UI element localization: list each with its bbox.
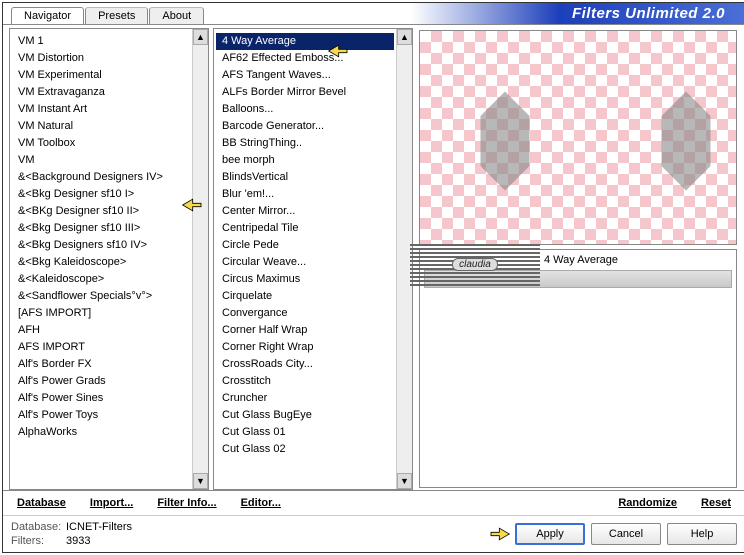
preview-image (419, 30, 737, 245)
database-button[interactable]: Database (9, 495, 74, 511)
category-item[interactable]: Alf's Border FX (12, 356, 190, 373)
filter-item[interactable]: Cirquelate (216, 288, 394, 305)
filter-item[interactable]: Corner Half Wrap (216, 322, 394, 339)
status-info: Database:ICNET-Filters Filters:3933 (11, 520, 132, 548)
filter-item[interactable]: 4 Way Average (216, 33, 394, 50)
category-item[interactable]: [AFS IMPORT] (12, 305, 190, 322)
help-button[interactable]: Help (667, 523, 737, 545)
import-button[interactable]: Import... (82, 495, 141, 511)
category-item[interactable]: VM Instant Art (12, 101, 190, 118)
scroll-up-icon[interactable]: ▲ (193, 29, 208, 45)
filter-item[interactable]: Blur 'em!... (216, 186, 394, 203)
filter-item[interactable]: Barcode Generator... (216, 118, 394, 135)
category-item[interactable]: &<BKg Designer sf10 II> (12, 203, 190, 220)
filter-item[interactable]: AFS Tangent Waves... (216, 67, 394, 84)
category-item[interactable]: &<Kaleidoscope> (12, 271, 190, 288)
category-item[interactable]: Alf's Power Grads (12, 373, 190, 390)
filter-item[interactable]: Cruncher (216, 390, 394, 407)
category-item[interactable]: VM Natural (12, 118, 190, 135)
filters-unlimited-window: Filters Unlimited 2.0 Navigator Presets … (2, 2, 744, 553)
category-item[interactable]: &<Background Designers IV> (12, 169, 190, 186)
preview-panel: claudia 4 Way Average (417, 28, 739, 490)
tab-strip: Navigator Presets About (3, 7, 744, 24)
filter-item[interactable]: Cut Glass BugEye (216, 407, 394, 424)
category-item[interactable]: AFS IMPORT (12, 339, 190, 356)
filter-item[interactable]: AF62 Effected Emboss... (216, 50, 394, 67)
filter-item[interactable]: Circus Maximus (216, 271, 394, 288)
filter-item[interactable]: Center Mirror... (216, 203, 394, 220)
category-item[interactable]: AlphaWorks (12, 424, 190, 441)
filter-item[interactable]: ALFs Border Mirror Bevel (216, 84, 394, 101)
filter-item[interactable]: CrossRoads City... (216, 356, 394, 373)
category-item[interactable]: &<Sandflower Specials°v°> (12, 288, 190, 305)
selected-filter-label: 4 Way Average (544, 254, 732, 266)
filter-scrollbar[interactable]: ▲ ▼ (396, 29, 412, 489)
toolbar: Database Import... Filter Info... Editor… (3, 490, 744, 515)
filter-list[interactable]: 4 Way AverageAF62 Effected Emboss...AFS … (213, 28, 413, 490)
scroll-up-icon[interactable]: ▲ (397, 29, 412, 45)
filter-item[interactable]: Circular Weave... (216, 254, 394, 271)
category-item[interactable]: VM Experimental (12, 67, 190, 84)
reset-button[interactable]: Reset (693, 495, 739, 511)
filter-item[interactable]: bee morph (216, 152, 394, 169)
database-value: ICNET-Filters (66, 521, 132, 533)
filter-item[interactable]: Crosstitch (216, 373, 394, 390)
category-item[interactable]: VM Extravaganza (12, 84, 190, 101)
apply-button[interactable]: Apply (515, 523, 585, 545)
category-item[interactable]: VM Toolbox (12, 135, 190, 152)
parameter-panel: claudia 4 Way Average (419, 249, 737, 488)
scroll-down-icon[interactable]: ▼ (193, 473, 208, 489)
tab-presets[interactable]: Presets (85, 7, 148, 24)
filter-item[interactable]: Balloons... (216, 101, 394, 118)
category-item[interactable]: &<Bkg Kaleidoscope> (12, 254, 190, 271)
status-bar: Database:ICNET-Filters Filters:3933 Appl… (3, 515, 744, 552)
category-item[interactable]: &<Bkg Designers sf10 IV> (12, 237, 190, 254)
filter-item[interactable]: Corner Right Wrap (216, 339, 394, 356)
filter-item[interactable]: BB StringThing.. (216, 135, 394, 152)
filter-count-value: 3933 (66, 535, 90, 547)
filter-item[interactable]: Cut Glass 01 (216, 424, 394, 441)
filter-item[interactable]: Circle Pede (216, 237, 394, 254)
category-item[interactable]: Alf's Power Sines (12, 390, 190, 407)
randomize-button[interactable]: Randomize (610, 495, 685, 511)
filter-item[interactable]: BlindsVertical (216, 169, 394, 186)
category-item[interactable]: VM (12, 152, 190, 169)
editor-button[interactable]: Editor... (233, 495, 289, 511)
parameter-slider[interactable] (424, 270, 732, 288)
filter-item[interactable]: Cut Glass 02 (216, 441, 394, 458)
category-item[interactable]: &<Bkg Designer sf10 I> (12, 186, 190, 203)
category-item[interactable]: Alf's Power Toys (12, 407, 190, 424)
category-item[interactable]: AFH (12, 322, 190, 339)
pointer-hand-icon (487, 524, 515, 544)
category-item[interactable]: VM 1 (12, 33, 190, 50)
main-panel: VM 1VM DistortionVM ExperimentalVM Extra… (3, 24, 744, 490)
scroll-down-icon[interactable]: ▼ (397, 473, 412, 489)
filter-item[interactable]: Centripedal Tile (216, 220, 394, 237)
category-list[interactable]: VM 1VM DistortionVM ExperimentalVM Extra… (9, 28, 209, 490)
category-scrollbar[interactable]: ▲ ▼ (192, 29, 208, 489)
tab-navigator[interactable]: Navigator (11, 7, 84, 24)
category-item[interactable]: VM Distortion (12, 50, 190, 67)
cancel-button[interactable]: Cancel (591, 523, 661, 545)
filter-item[interactable]: Convergance (216, 305, 394, 322)
category-item[interactable]: &<Bkg Designer sf10 III> (12, 220, 190, 237)
filter-info-button[interactable]: Filter Info... (149, 495, 224, 511)
tab-about[interactable]: About (149, 7, 204, 24)
